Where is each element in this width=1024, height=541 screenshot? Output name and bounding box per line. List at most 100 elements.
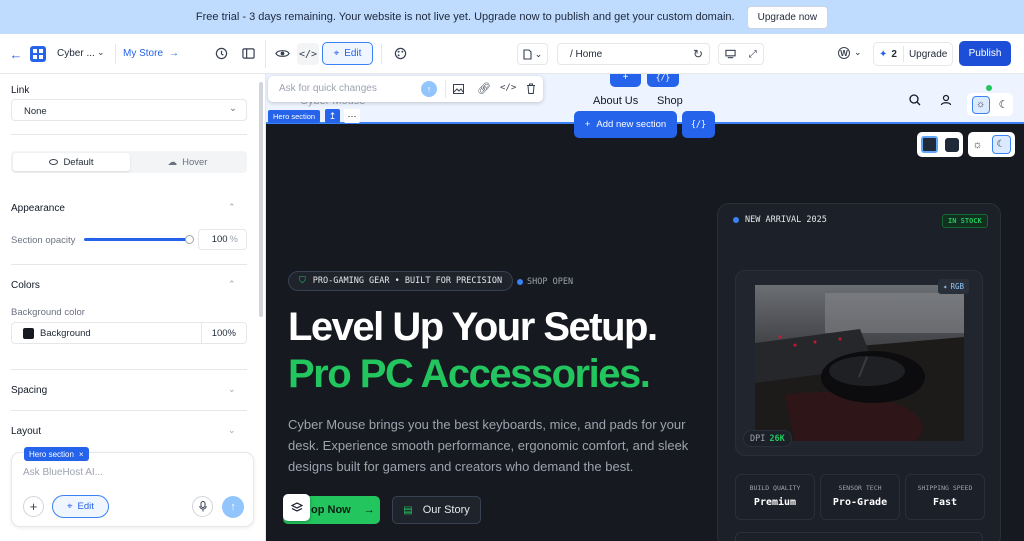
chat-input[interactable]: Ask BlueHost AI...	[23, 467, 103, 478]
quick-send-button[interactable]: ↑	[421, 81, 437, 97]
theme-toggle-nav: ☼ ☾	[967, 93, 1013, 116]
image-icon[interactable]	[453, 84, 464, 94]
edit-mode-label: Edit	[344, 48, 362, 59]
opacity-slider[interactable]	[84, 235, 194, 244]
shop-status-text: SHOP OPEN	[527, 277, 574, 287]
hero-headline-1: Level Up Your Setup.	[288, 305, 658, 349]
chevron-down-icon[interactable]: ⌄	[228, 384, 236, 395]
add-section-label: Add new section	[596, 119, 667, 130]
add-section-button[interactable]: + Add new section	[574, 111, 677, 138]
bg-color-label: Background color	[11, 307, 85, 318]
sidebar-toggle-icon[interactable]	[242, 47, 255, 60]
card-tag-text: NEW ARRIVAL 2025	[745, 215, 827, 225]
code-view-button[interactable]: </>	[297, 43, 319, 65]
send-button[interactable]: ↑	[222, 496, 244, 518]
hero-badge-text: PRO-GAMING GEAR • BUILT FOR PRECISION	[312, 276, 503, 286]
arrow-right-icon: →	[169, 48, 180, 59]
moon-icon[interactable]: ☾	[999, 98, 1009, 111]
dark-swatch-active[interactable]	[920, 136, 938, 153]
nav-code-button[interactable]: {/}	[647, 74, 679, 87]
more-options-button[interactable]: ⋯	[344, 109, 360, 123]
sun-icon[interactable]: ☼	[972, 139, 982, 151]
microphone-icon[interactable]	[192, 496, 213, 517]
move-section-button[interactable]: ↥	[325, 109, 340, 123]
chevron-up-icon[interactable]: ⌃	[228, 279, 236, 290]
scrollbar[interactable]	[259, 82, 263, 317]
chat-edit-button[interactable]: ⌖ Edit	[52, 495, 109, 518]
hover-icon: ☁	[167, 156, 178, 168]
palette-icon[interactable]	[394, 47, 407, 60]
layers-button[interactable]	[283, 494, 310, 521]
add-attachment-button[interactable]: +	[23, 496, 44, 517]
site-canvas: Cyber Mouse About Us Shop ☼ ☾ + {/} Ask …	[266, 74, 1024, 541]
shop-now-label: op Now	[311, 504, 351, 516]
opacity-input[interactable]: 100%	[198, 229, 247, 250]
chevron-up-icon[interactable]: ⌃	[228, 202, 236, 213]
quick-changes-input[interactable]: Ask for quick changes	[279, 83, 377, 94]
history-icon[interactable]	[215, 47, 228, 60]
chevron-down-icon: ⌄	[229, 103, 237, 114]
upgrade-now-button[interactable]: Upgrade now	[746, 5, 829, 29]
moon-icon[interactable]: ☾	[991, 135, 1011, 154]
code-icon[interactable]: </>	[500, 83, 516, 93]
user-icon[interactable]	[940, 94, 952, 106]
chevron-down-icon[interactable]: ⌄	[228, 425, 236, 436]
desktop-icon[interactable]	[725, 49, 736, 59]
opacity-slider-thumb[interactable]	[185, 235, 194, 244]
refresh-icon[interactable]: ↻	[693, 47, 703, 61]
site-name[interactable]: Cyber ...	[57, 48, 95, 59]
expand-icon[interactable]: ⤢	[749, 49, 757, 60]
link-icon[interactable]: 🔗︎	[477, 82, 491, 95]
my-store-link[interactable]: My Store →	[123, 48, 179, 59]
close-icon[interactable]: ×	[79, 450, 84, 459]
publish-button[interactable]: Publish	[959, 41, 1011, 66]
rgb-badge: ✦ RGB	[938, 279, 970, 294]
eye-icon[interactable]	[275, 47, 290, 60]
divider	[11, 264, 247, 265]
edit-mode-button[interactable]: ⌖ Edit	[322, 42, 373, 65]
layout-heading[interactable]: Layout	[11, 426, 41, 437]
spacing-heading[interactable]: Spacing	[11, 385, 47, 396]
nav-item-shop[interactable]: Shop	[657, 95, 683, 107]
product-card: NEW ARRIVAL 2025 IN STOCK ✦ RGB DPI 26K …	[717, 203, 1001, 541]
bg-color-field[interactable]: Background 100%	[11, 322, 247, 344]
appearance-heading[interactable]: Appearance	[11, 203, 65, 214]
page-select[interactable]: ⌄	[517, 43, 548, 65]
our-story-button[interactable]: ▤ Our Story	[392, 496, 481, 524]
url-field[interactable]: / Home ↻	[557, 43, 710, 65]
upgrade-button[interactable]: Upgrade	[909, 49, 947, 60]
bg-color-opacity[interactable]: 100%	[212, 328, 236, 339]
section-code-button[interactable]: {/}	[682, 111, 715, 138]
trash-icon[interactable]	[526, 83, 536, 94]
divider	[11, 410, 247, 411]
nav-blue-button[interactable]: +	[610, 74, 641, 87]
stock-badge: IN STOCK	[942, 214, 988, 228]
color-swatch[interactable]	[23, 328, 34, 339]
our-story-label: Our Story	[422, 504, 470, 516]
page-icon	[523, 48, 532, 60]
nav-item-about[interactable]: About Us	[593, 95, 638, 107]
credits-badge[interactable]: ✦ 2 Upgrade	[873, 42, 953, 66]
dark-swatch[interactable]	[945, 137, 960, 152]
chevron-down-icon[interactable]: ⌄	[97, 47, 105, 58]
chevron-down-icon: ⌄	[854, 47, 862, 57]
state-hover-tab[interactable]: ☁ Hover	[130, 153, 245, 171]
search-icon[interactable]	[909, 94, 921, 106]
site-logo[interactable]	[30, 46, 46, 62]
link-value: None	[24, 106, 47, 117]
sun-icon[interactable]: ☼	[971, 95, 990, 114]
link-label: Link	[11, 85, 30, 96]
wordpress-menu[interactable]: W ⌄	[838, 47, 862, 59]
wordpress-icon: W	[838, 47, 850, 59]
chat-edit-label: Edit	[77, 501, 94, 512]
colors-heading[interactable]: Colors	[11, 280, 40, 291]
link-select[interactable]: None ⌄	[11, 99, 247, 121]
properties-sidebar: Link None ⌄ Default ☁ Hover Appearance ⌃ …	[0, 74, 266, 541]
toolbar-divider	[265, 40, 266, 68]
state-default-tab[interactable]: Default	[13, 153, 130, 171]
sparkles-icon: ✦	[879, 48, 888, 60]
opacity-slider-fill	[84, 238, 190, 241]
credits-count: 2	[891, 48, 897, 60]
divider	[11, 369, 247, 370]
back-arrow-icon[interactable]: ←	[9, 47, 23, 62]
